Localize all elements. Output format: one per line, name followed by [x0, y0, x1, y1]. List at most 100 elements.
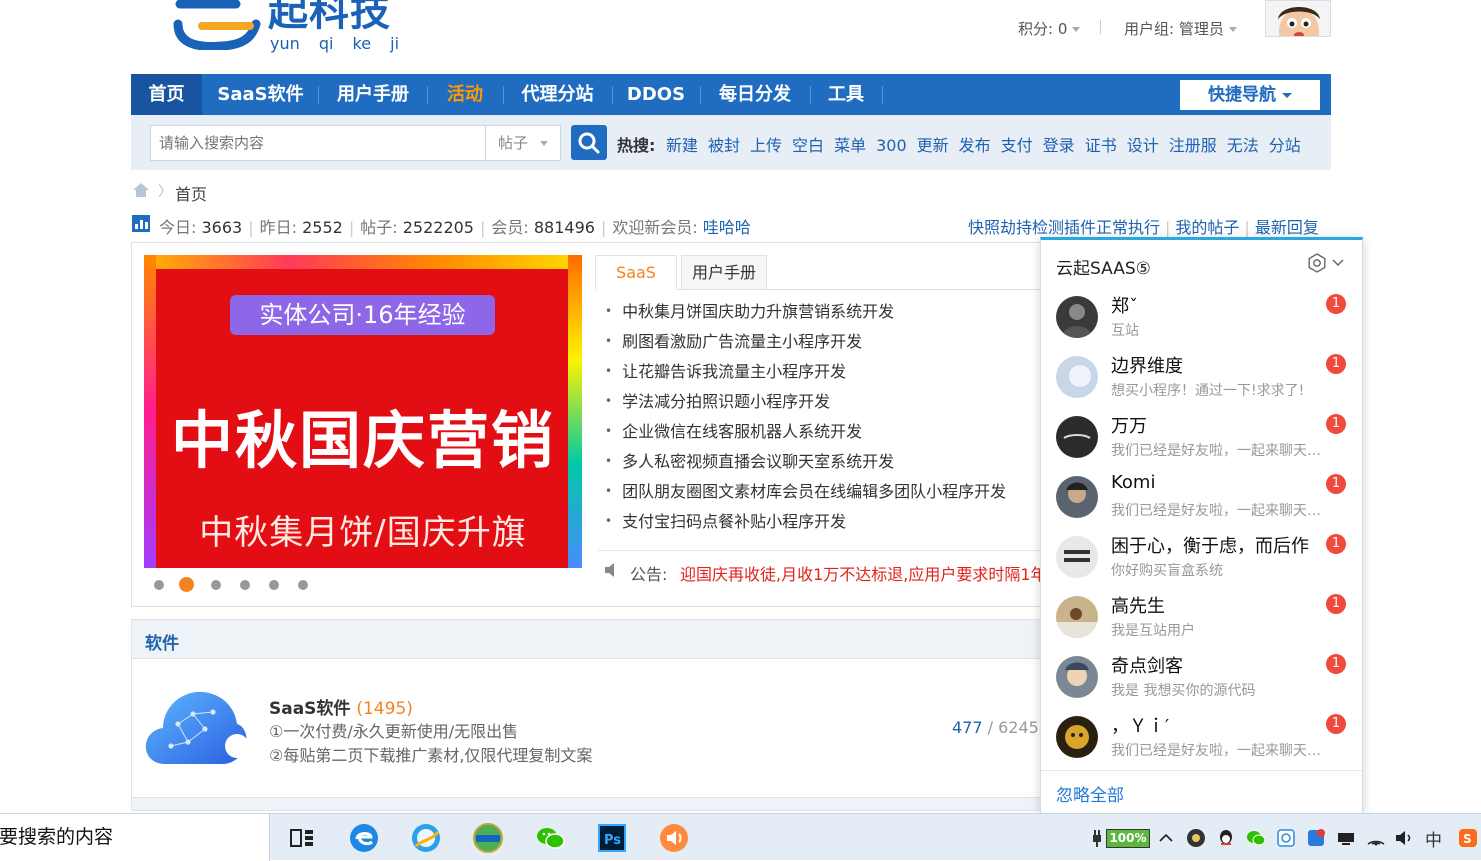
audio-player-icon[interactable] [658, 822, 690, 854]
quick-nav-button[interactable]: 快捷导航 [1180, 80, 1320, 110]
edge-browser-icon[interactable] [348, 822, 380, 854]
stat-yesterday-label: 昨日: [259, 218, 298, 237]
nav-item-tools[interactable]: 工具 [816, 74, 876, 115]
tab-manual[interactable]: 用户手册 [681, 255, 767, 290]
stat-members-label: 会员: [491, 218, 529, 237]
wifi-icon[interactable] [1366, 828, 1386, 848]
chat-last-message: 我们已经是好友啦，一起来聊天吧！ [1111, 443, 1333, 459]
link-snapshot-check[interactable]: 快照劫持检测插件正常执行 [968, 218, 1160, 237]
usergroup-dropdown[interactable]: 用户组: 管理员 [1124, 18, 1237, 39]
forum-name-link[interactable]: SaaS软件 (1495) [269, 694, 413, 719]
list-item[interactable]: 中秋集月饼国庆助力升旗营销系统开发 [605, 300, 1006, 330]
breadcrumb-home[interactable]: 首页 [175, 181, 207, 205]
hot-term[interactable]: 空白 [792, 136, 824, 155]
carousel-dot[interactable] [240, 580, 250, 590]
hot-term[interactable]: 登录 [1043, 136, 1075, 155]
nav-item-agent[interactable]: 代理分站 [509, 74, 606, 115]
chevron-down-icon[interactable] [1331, 256, 1345, 270]
chevron-up-icon[interactable] [1156, 828, 1176, 848]
points-dropdown[interactable]: 积分: 0 [1018, 18, 1081, 39]
photoshop-icon[interactable]: Ps [596, 822, 628, 854]
sync-icon[interactable] [1276, 828, 1296, 848]
battery-indicator[interactable]: 100% [1106, 829, 1150, 848]
hot-term[interactable]: 菜单 [834, 136, 866, 155]
tray-app-icon[interactable] [1186, 828, 1206, 848]
wechat-tray-icon[interactable] [1246, 828, 1266, 848]
power-plug-icon[interactable] [1090, 829, 1104, 847]
qq-browser-icon[interactable] [410, 822, 442, 854]
chat-contact-name: ，Ｙｉ′ [1111, 716, 1170, 737]
hot-term[interactable]: 上传 [750, 136, 782, 155]
hot-term[interactable]: 新建 [666, 136, 698, 155]
ignore-all-button[interactable]: 忽略全部 [1056, 781, 1124, 806]
taskbar-search-box[interactable]: 你要搜索的内容 [0, 814, 270, 861]
chat-item[interactable]: 困于心，衡于虑，而后作 你好购买盲盒系统 1 [1041, 532, 1362, 592]
nav-item-manual[interactable]: 用户手册 [325, 74, 421, 115]
app-globe-icon[interactable] [472, 822, 504, 854]
chat-item[interactable]: ，Ｙｉ′ 我们已经是好友啦，一起来聊天吧！ 1 [1041, 712, 1362, 772]
tab-saas[interactable]: SaaS [595, 255, 677, 290]
list-item[interactable]: 企业微信在线客服机器人系统开发 [605, 420, 1006, 450]
list-item[interactable]: 让花瓣告诉我流量主小程序开发 [605, 360, 1006, 390]
stats-separator: / [982, 718, 999, 737]
search-button[interactable] [571, 125, 607, 160]
gear-icon[interactable] [1307, 253, 1327, 273]
carousel-dot-active[interactable] [179, 577, 194, 592]
stat-members: 881496 [533, 218, 595, 237]
notice-link[interactable]: 迎国庆再收徒,月收1万不达标退,应用户要求时隔1年 [680, 561, 1047, 585]
hot-term[interactable]: 更新 [917, 136, 949, 155]
nav-item-daily[interactable]: 每日分发 [706, 74, 804, 115]
task-view-icon[interactable] [286, 822, 318, 854]
list-item[interactable]: 学法减分拍照识题小程序开发 [605, 390, 1006, 420]
hot-term[interactable]: 发布 [959, 136, 991, 155]
carousel-dot[interactable] [211, 580, 221, 590]
home-icon[interactable] [132, 182, 150, 198]
promo-banner[interactable]: 实体公司·16年经验 中秋国庆营销 中秋集月饼/国庆升旗 [144, 255, 582, 568]
hot-term[interactable]: 支付 [1001, 136, 1033, 155]
site-logo[interactable]: 起科技 yun qi ke ji [172, 0, 417, 60]
list-item[interactable]: 多人私密视频直播会议聊天室系统开发 [605, 450, 1006, 480]
app-badge-icon[interactable] [1306, 828, 1326, 848]
qq-icon[interactable] [1216, 828, 1236, 848]
hot-term[interactable]: 设计 [1127, 136, 1159, 155]
carousel-dot[interactable] [154, 580, 164, 590]
chat-item[interactable]: 高先生 我是互站用户 1 [1041, 592, 1362, 652]
sogou-ime-icon[interactable]: S [1458, 828, 1478, 848]
carousel-dot[interactable] [298, 580, 308, 590]
hot-term[interactable]: 证书 [1085, 136, 1117, 155]
volume-icon[interactable] [1394, 828, 1414, 848]
section-title[interactable]: 软件 [145, 629, 179, 654]
nav-item-ddos[interactable]: DDOS [618, 74, 694, 115]
link-my-posts[interactable]: 我的帖子 [1175, 218, 1239, 237]
hot-term[interactable]: 注册服 [1169, 136, 1217, 155]
chevron-down-icon [540, 141, 549, 146]
list-item[interactable]: 团队朋友圈图文素材库会员在线编辑多团队小程序开发 [605, 480, 1006, 510]
list-item[interactable]: 刷图看激励广告流量主小程序开发 [605, 330, 1006, 360]
chat-item[interactable]: 郑ˇ 互站 1 [1041, 292, 1362, 352]
newest-member-link[interactable]: 哇哈哈 [703, 218, 751, 237]
user-avatar[interactable] [1265, 0, 1331, 37]
nav-item-home[interactable]: 首页 [131, 74, 202, 115]
forum-name: SaaS软件 [269, 699, 351, 719]
carousel-dot[interactable] [269, 580, 279, 590]
avatar [1056, 416, 1098, 458]
search-input[interactable] [150, 125, 486, 161]
search-type-select[interactable]: 帖子 [485, 125, 561, 161]
display-icon[interactable] [1336, 828, 1356, 848]
chat-item[interactable]: 万万 我们已经是好友啦，一起来聊天吧！ 1 [1041, 412, 1362, 472]
nav-item-activity[interactable]: 活动 [433, 74, 497, 115]
cloud-icon[interactable] [143, 684, 248, 772]
wechat-icon[interactable] [534, 822, 566, 854]
hot-term[interactable]: 无法 [1227, 136, 1259, 155]
list-item[interactable]: 支付宝扫码点餐补贴小程序开发 [605, 510, 1006, 540]
chat-item[interactable]: Komi 我们已经是好友啦，一起来聊天吧！ 1 [1041, 472, 1362, 532]
hot-term[interactable]: 300 [876, 136, 907, 155]
hot-term[interactable]: 被封 [708, 136, 740, 155]
chat-item[interactable]: 奇点剑客 我是 我想买你的源代码 1 [1041, 652, 1362, 712]
hot-term[interactable]: 分站 [1269, 136, 1301, 155]
nav-item-saas[interactable]: SaaS软件 [208, 74, 313, 115]
avatar [1056, 656, 1098, 698]
chat-item[interactable]: 边界维度 想买小程序！通过一下!求求了! 1 [1041, 352, 1362, 412]
link-latest-replies[interactable]: 最新回复 [1255, 218, 1319, 237]
input-method-indicator[interactable]: 中 [1425, 826, 1442, 851]
